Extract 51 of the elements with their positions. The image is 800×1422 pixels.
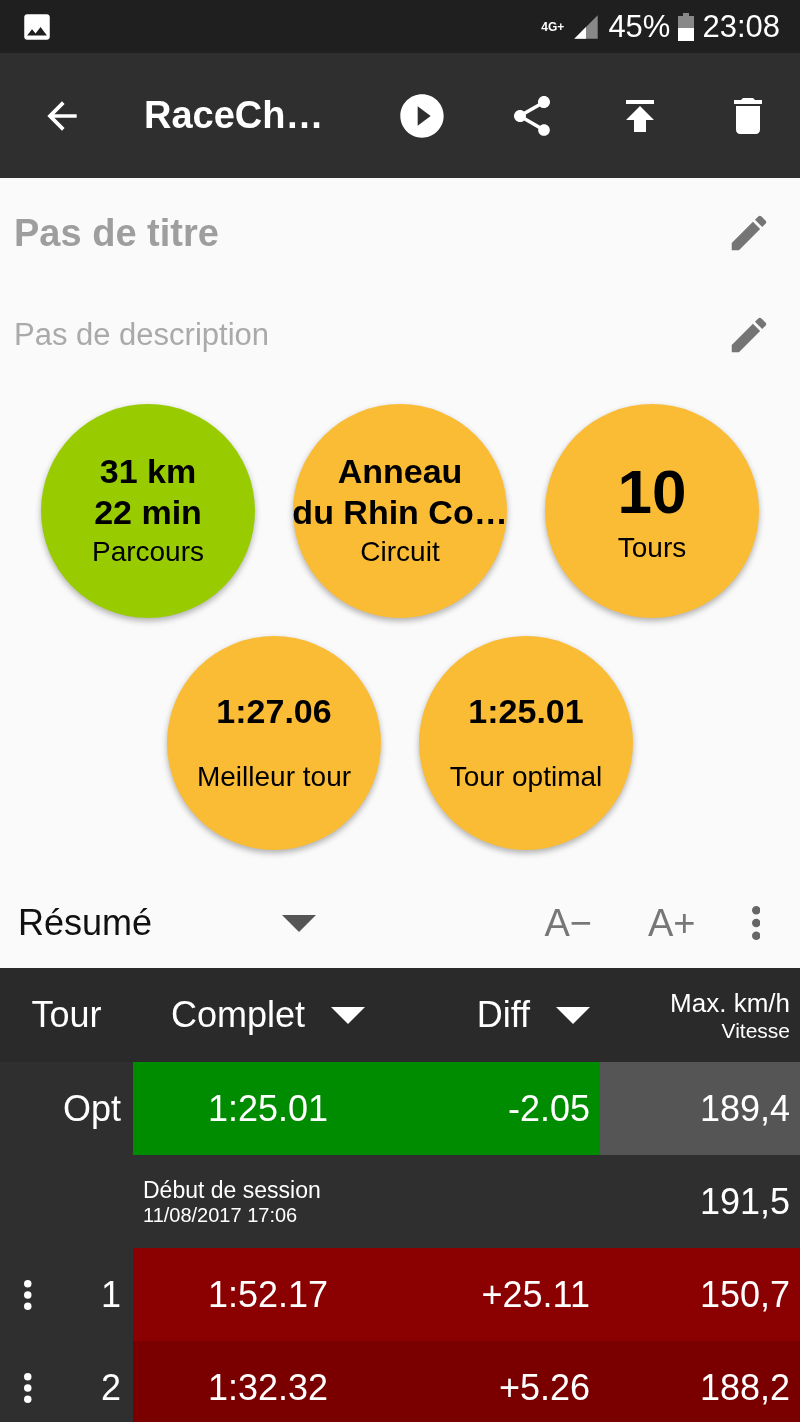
stat-value: Anneau — [337, 451, 463, 493]
stat-label: Circuit — [360, 534, 440, 569]
session-title: Pas de titre — [14, 211, 219, 255]
table-cell-text: 1:52.17 — [206, 1273, 330, 1316]
more-icon[interactable] — [24, 1279, 32, 1310]
stat-value: 1:27.06 — [216, 690, 332, 732]
stat-label: Tour optimal — [449, 759, 603, 794]
stat-circle[interactable]: 31 km 22 min Parcours — [41, 404, 255, 618]
session-label: Début de session — [143, 1176, 322, 1204]
table-cell: 1 — [100, 1273, 121, 1316]
stat-value: 1:25.01 — [468, 690, 584, 732]
stat-value: 31 km — [99, 451, 197, 493]
table-cell-text: 1:32.32 — [206, 1366, 330, 1409]
more-icon[interactable] — [24, 1372, 32, 1403]
column-header[interactable]: Diff — [476, 994, 530, 1036]
column-header[interactable]: Complet — [170, 994, 306, 1036]
network-label: 4G+ — [541, 19, 565, 34]
table-cell-text: 191,5 — [699, 1180, 791, 1223]
session-date: 11/08/2017 17:06 — [143, 1203, 299, 1227]
table-cell-text: +5.26 — [497, 1366, 591, 1409]
column-subheader: Vitesse — [721, 1018, 790, 1043]
stat-value: du Rhin Co… — [292, 492, 508, 533]
font-larger-button[interactable]: A+ — [647, 901, 696, 945]
clock: 23:08 — [702, 8, 780, 45]
table-cell-text: 1:25.01 — [206, 1087, 330, 1130]
toolbar-title: RaceCh… — [144, 94, 325, 137]
stat-circle[interactable]: Anneau du Rhin Co… Circuit — [293, 404, 507, 618]
table-cell-text: 189,4 — [699, 1087, 791, 1130]
stat-label: Meilleur tour — [196, 759, 352, 794]
stat-circle[interactable]: 1:27.06 Meilleur tour — [167, 636, 381, 850]
stat-circle[interactable]: 1:25.01 Tour optimal — [419, 636, 633, 850]
table-cell-text: -2.05 — [506, 1087, 591, 1130]
battery-percent: 45% — [608, 8, 671, 45]
stat-value: 10 — [617, 455, 687, 528]
stat-value: 22 min — [94, 492, 202, 533]
table-cell: 2 — [100, 1366, 121, 1409]
battery-icon — [678, 12, 695, 41]
table-cell-text: 150,7 — [698, 1273, 791, 1316]
stat-label: Tours — [617, 531, 687, 566]
signal-icon — [572, 12, 601, 41]
table-cell-text: 188,2 — [698, 1366, 791, 1409]
column-header: Tour — [31, 994, 102, 1036]
table-cell-text: +25.11 — [480, 1273, 591, 1316]
session-description: Pas de description — [14, 317, 270, 353]
view-selector[interactable]: Résumé — [18, 902, 153, 944]
caret-icon — [282, 914, 317, 932]
stat-label: Parcours — [91, 534, 204, 569]
stat-circle[interactable]: 10 Tours — [545, 404, 759, 618]
font-smaller-button[interactable]: A− — [544, 901, 592, 945]
column-header: Max. km/h — [670, 987, 790, 1019]
table-cell: Opt — [62, 1087, 121, 1130]
